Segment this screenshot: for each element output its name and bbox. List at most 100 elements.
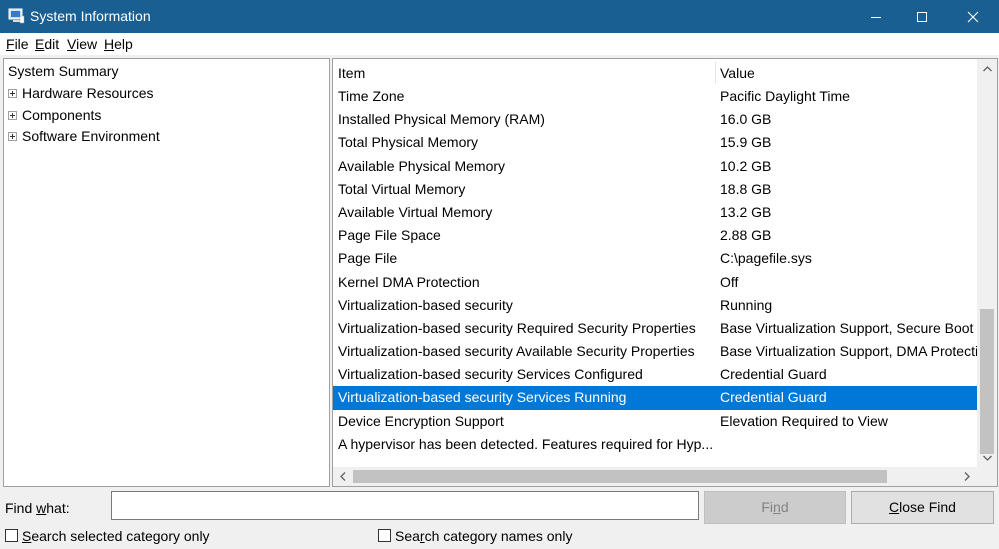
option-label-end: ch category names only <box>424 528 573 544</box>
row-value-cell: 18.8 GB <box>720 180 772 197</box>
expand-icon[interactable] <box>8 111 17 120</box>
horizontal-scroll-thumb[interactable] <box>353 470 887 483</box>
list-row[interactable]: A hypervisor has been detected. Features… <box>333 433 977 456</box>
search-category-names-checkbox[interactable] <box>378 529 391 542</box>
row-item-cell: Available Virtual Memory <box>338 203 493 220</box>
list-row[interactable]: Virtualization-based security Required S… <box>333 317 977 340</box>
column-divider[interactable] <box>715 62 716 84</box>
list-row[interactable]: Time Zone Pacific Daylight Time <box>333 85 977 108</box>
list-row[interactable]: Total Virtual Memory 18.8 GB <box>333 178 977 201</box>
row-value-cell <box>720 433 977 456</box>
row-value-cell: 16.0 GB <box>720 111 772 128</box>
vertical-scroll-thumb[interactable] <box>980 309 994 454</box>
menu-help-label: elp <box>114 36 133 52</box>
find-button-label-end: d <box>780 499 789 515</box>
find-button[interactable]: Find <box>704 491 846 524</box>
list-row[interactable]: Available Physical Memory 10.2 GB <box>333 155 977 178</box>
row-item-cell: Virtualization-based security Services R… <box>338 389 627 406</box>
list-rows: Time Zone Pacific Daylight Time Installed … <box>333 85 977 456</box>
search-category-names-label: Search category names only <box>395 528 572 544</box>
list-row[interactable]: Page File C:\pagefile.sys <box>333 247 977 270</box>
row-value-cell: 15.9 GB <box>720 134 772 151</box>
minimize-button[interactable] <box>853 0 899 33</box>
row-item-cell: Virtualization-based security <box>338 296 513 313</box>
search-selected-category-checkbox[interactable] <box>5 529 18 542</box>
maximize-button[interactable] <box>899 0 945 33</box>
row-item-cell: Page File Space <box>338 227 441 244</box>
menu-help[interactable]: Help <box>104 36 133 52</box>
close-find-label-end: lose Find <box>899 499 956 515</box>
list-row[interactable]: Available Virtual Memory 13.2 GB <box>333 201 977 224</box>
vertical-scrollbar[interactable] <box>977 59 997 468</box>
title-bar[interactable]: System Information <box>0 0 999 33</box>
menu-view-label: iew <box>76 36 98 52</box>
list-row[interactable]: Installed Physical Memory (RAM) 16.0 GB <box>333 108 977 131</box>
row-value-cell: Credential Guard <box>720 389 827 406</box>
category-tree[interactable]: System Summary Hardware Resources Compon… <box>3 58 330 487</box>
scroll-left-icon[interactable] <box>333 467 353 486</box>
list-row[interactable]: Virtualization-based security Available … <box>333 340 977 363</box>
expand-icon[interactable] <box>8 132 17 141</box>
close-button[interactable] <box>950 0 996 33</box>
find-label-mnemonic: w <box>36 500 47 516</box>
row-value-cell: 13.2 GB <box>720 203 772 220</box>
find-what-label: Find what: <box>5 500 70 516</box>
row-item-cell: A hypervisor has been detected. Features… <box>338 435 714 452</box>
expand-icon[interactable] <box>8 89 17 98</box>
tree-item-label: System Summary <box>8 63 119 79</box>
menu-view-mnemonic: V <box>67 36 77 52</box>
row-item-cell: Virtualization-based security Required S… <box>338 319 696 336</box>
list-row[interactable]: Virtualization-based security Services C… <box>333 363 977 386</box>
option-label-end: earch selected category only <box>31 528 210 544</box>
row-value-cell: 10.2 GB <box>720 157 772 174</box>
find-label-text-end: hat: <box>46 500 70 516</box>
list-row[interactable]: Total Physical Memory 15.9 GB <box>333 131 977 154</box>
scrollbar-corner <box>977 467 997 486</box>
row-value-cell: Running <box>720 296 773 313</box>
search-selected-category-label: Search selected category only <box>22 528 210 544</box>
window-title: System Information <box>30 8 151 24</box>
row-value-cell: Elevation Required to View <box>720 412 888 429</box>
row-value-cell: Pacific Daylight Time <box>720 88 850 104</box>
menu-file[interactable]: File <box>6 36 29 52</box>
row-item-cell: Device Encryption Support <box>338 412 504 429</box>
scroll-right-icon[interactable] <box>957 467 977 486</box>
menu-edit-mnemonic: E <box>35 36 45 52</box>
details-list[interactable]: Item Value Time Zone Pacific Daylight Tim… <box>332 58 998 487</box>
menu-edit[interactable]: Edit <box>35 36 59 52</box>
row-item-cell: Virtualization-based security Services C… <box>338 366 643 383</box>
option-mnemonic: S <box>22 528 32 544</box>
row-value-cell: Credential Guard <box>720 366 827 383</box>
close-find-mnemonic: C <box>889 499 900 515</box>
menu-file-label: ile <box>14 36 29 52</box>
menu-bar: File Edit View Help <box>0 33 999 55</box>
list-row[interactable]: Device Encryption Support Elevation Requi… <box>333 410 977 433</box>
option-label: Sea <box>395 528 420 544</box>
find-label-text: Find <box>5 500 37 516</box>
list-row[interactable]: Virtualization-based security Running <box>333 294 977 317</box>
system-information-icon <box>8 8 25 24</box>
scroll-down-icon[interactable] <box>977 448 997 468</box>
row-item-cell: Total Virtual Memory <box>338 180 466 197</box>
row-item-cell: Kernel DMA Protection <box>338 273 480 290</box>
row-item-cell: Virtualization-based security Available … <box>338 343 695 360</box>
tree-item-label: Hardware Resources <box>22 85 154 101</box>
column-header-value[interactable]: Value <box>720 62 977 84</box>
list-row[interactable]: Kernel DMA Protection Off <box>333 271 977 294</box>
list-row[interactable]: Page File Space 2.88 GB <box>333 224 977 247</box>
menu-edit-label: dit <box>44 36 60 52</box>
row-item-cell: Total Physical Memory <box>338 134 479 151</box>
scroll-up-icon[interactable] <box>977 59 997 79</box>
menu-help-mnemonic: H <box>104 36 115 52</box>
menu-view[interactable]: View <box>67 36 97 52</box>
find-what-input[interactable] <box>111 491 699 520</box>
close-find-button[interactable]: Close Find <box>851 491 994 524</box>
row-value-cell: Base Virtualization Support, Secure Boot <box>720 319 974 336</box>
find-button-mnemonic: n <box>773 499 781 515</box>
row-item-cell: Available Physical Memory <box>338 157 506 174</box>
column-header-item[interactable]: Item <box>338 62 713 84</box>
find-button-label: Fi <box>761 499 774 515</box>
list-row[interactable]: Virtualization-based security Services R… <box>333 386 977 410</box>
horizontal-scrollbar[interactable] <box>333 467 977 486</box>
row-value-cell: Base Virtualization Support, DMA Protect… <box>720 343 977 360</box>
